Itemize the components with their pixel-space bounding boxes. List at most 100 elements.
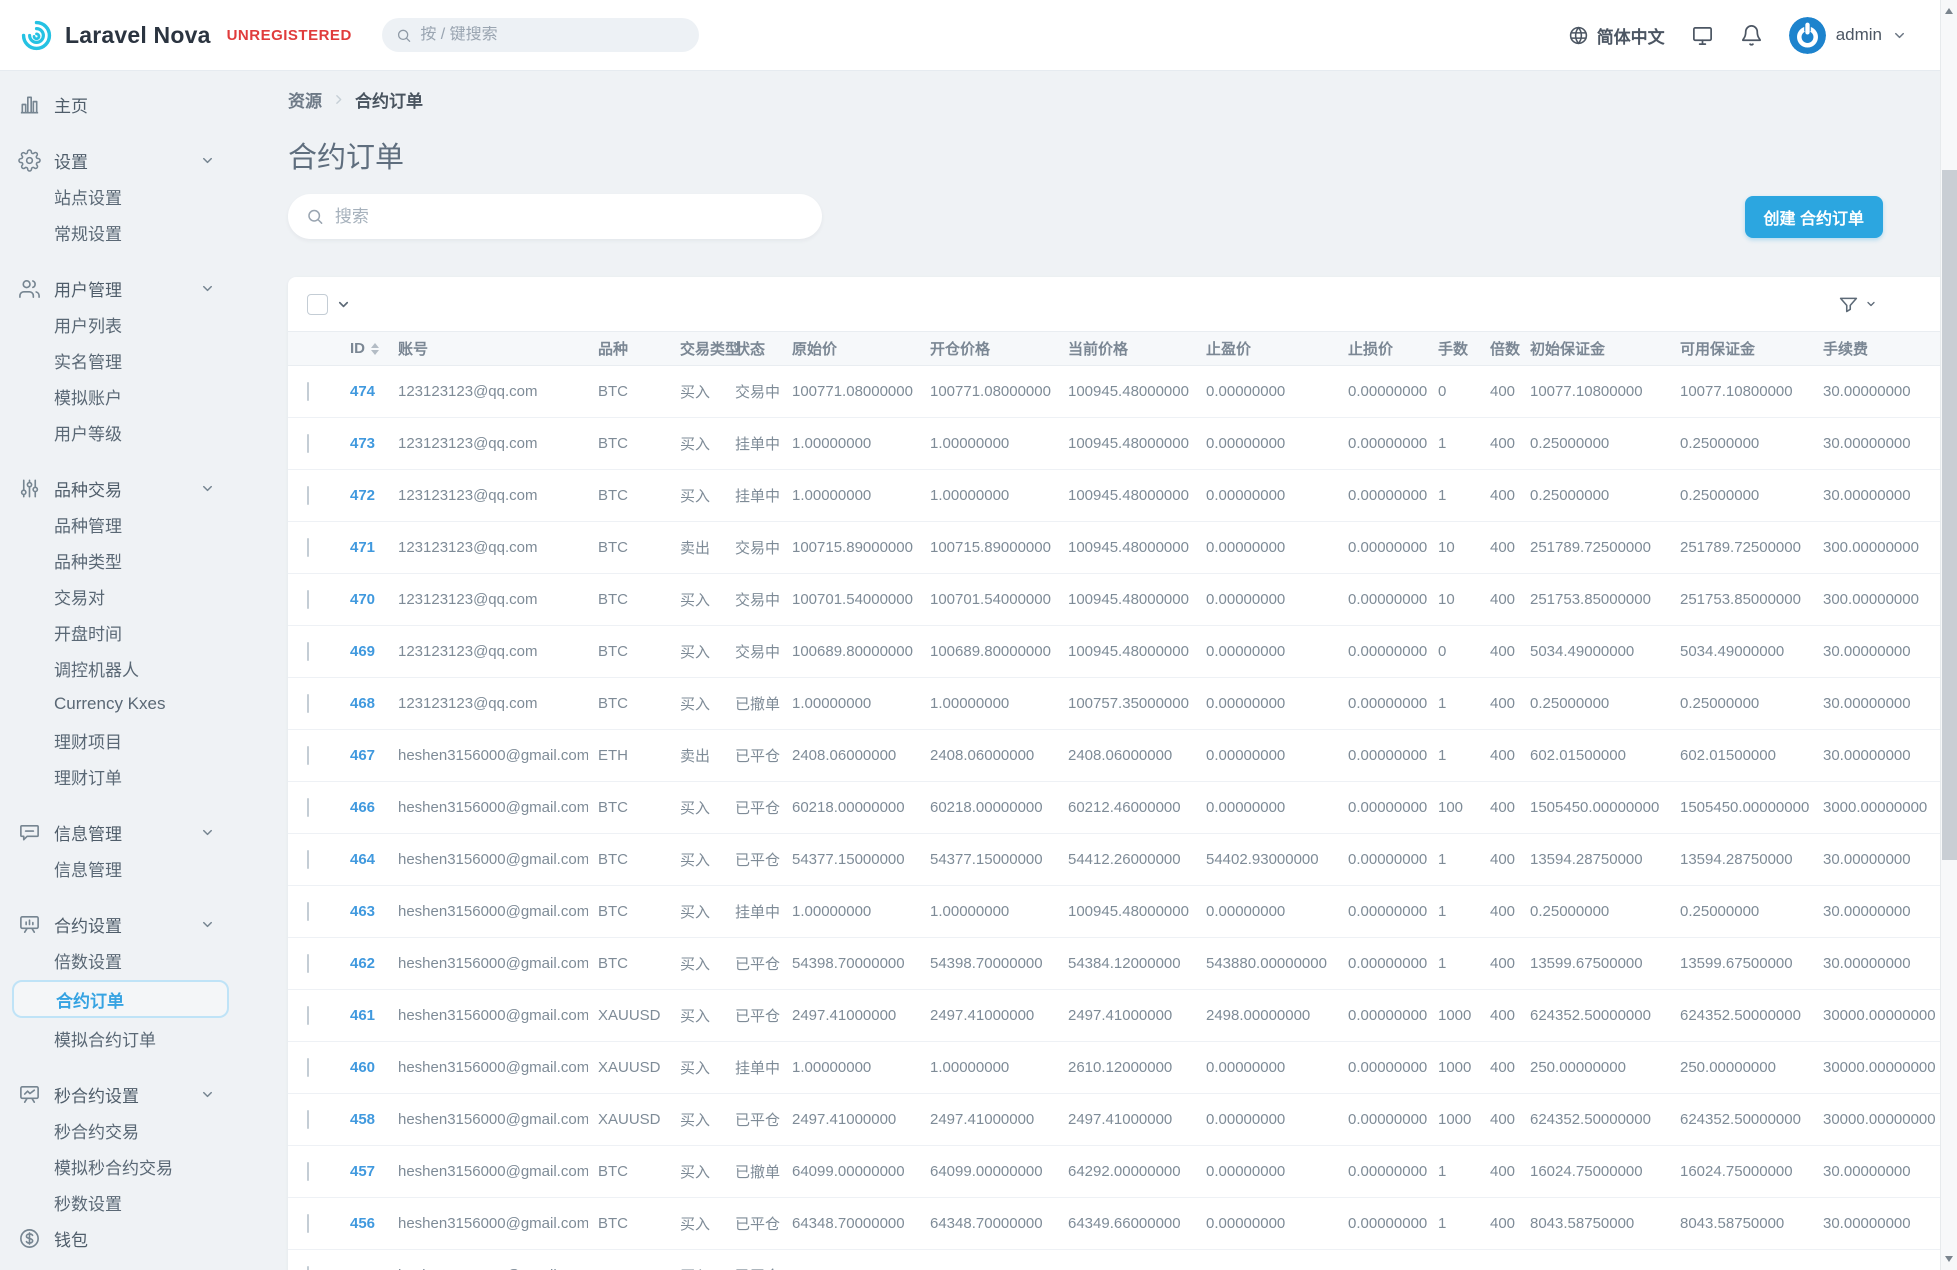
- bell-icon[interactable]: [1740, 24, 1763, 47]
- sidebar-item-用户管理[interactable]: 用户管理: [0, 270, 250, 306]
- sidebar-item-理财项目[interactable]: 理财项目: [0, 722, 250, 758]
- sidebar-item-模拟合约订单[interactable]: 模拟合约订单: [0, 1020, 250, 1056]
- sidebar-item-主页[interactable]: 主页: [0, 86, 250, 122]
- order-id-link[interactable]: 467: [350, 747, 375, 764]
- row-checkbox-cell: [288, 1094, 340, 1146]
- monitor-icon[interactable]: [1691, 24, 1714, 47]
- row-checkbox[interactable]: [307, 746, 309, 765]
- cell-open_price: 54398.70000000: [920, 938, 1058, 990]
- sidebar-item-信息管理[interactable]: 信息管理: [0, 850, 250, 886]
- order-id-link[interactable]: 469: [350, 643, 375, 660]
- row-checkbox[interactable]: [307, 1162, 309, 1181]
- order-id-link[interactable]: 473: [350, 435, 375, 452]
- sort-icon[interactable]: [371, 343, 379, 355]
- sidebar-item-秒合约交易[interactable]: 秒合约交易: [0, 1112, 250, 1148]
- sidebar-item-设置[interactable]: 设置: [0, 142, 250, 178]
- row-checkbox[interactable]: [307, 1214, 309, 1233]
- sidebar-item-用户等级[interactable]: 用户等级: [0, 414, 250, 450]
- row-checkbox[interactable]: [307, 538, 309, 557]
- sidebar-item-合约设置[interactable]: 合约设置: [0, 906, 250, 942]
- row-checkbox[interactable]: [307, 798, 309, 817]
- sidebar-item-信息管理[interactable]: 信息管理: [0, 814, 250, 850]
- order-id-link[interactable]: 466: [350, 799, 375, 816]
- row-checkbox[interactable]: [307, 1058, 309, 1077]
- row-checkbox[interactable]: [307, 434, 309, 453]
- row-checkbox[interactable]: [307, 694, 309, 713]
- cell-fee: 30.00000000: [1813, 626, 1957, 678]
- sidebar-section-7: 钱包: [0, 1220, 250, 1256]
- global-search[interactable]: [382, 18, 699, 52]
- order-id-link[interactable]: 471: [350, 539, 375, 556]
- select-all-checkbox[interactable]: [307, 294, 328, 315]
- global-search-input[interactable]: [420, 26, 684, 44]
- sidebar-item-交易对[interactable]: 交易对: [0, 578, 250, 614]
- row-checkbox[interactable]: [307, 902, 309, 921]
- sidebar-item-常规设置[interactable]: 常规设置: [0, 214, 250, 250]
- order-id-link[interactable]: 474: [350, 383, 375, 400]
- sidebar-item-秒合约设置[interactable]: 秒合约设置: [0, 1076, 250, 1112]
- cell-stop_loss: 0.00000000: [1338, 938, 1428, 990]
- order-id-link[interactable]: 457: [350, 1163, 375, 1180]
- row-checkbox[interactable]: [307, 486, 309, 505]
- brand-name[interactable]: Laravel Nova: [65, 22, 211, 49]
- row-checkbox[interactable]: [307, 954, 309, 973]
- vertical-scrollbar[interactable]: [1940, 0, 1957, 1270]
- order-id-link[interactable]: 458: [350, 1111, 375, 1128]
- cell-status: 挂单中: [725, 1042, 782, 1094]
- table-row: 464heshen3156000@gmail.comBTC买入已平仓54377.…: [288, 834, 1957, 886]
- cell-fee: 30.00000000: [1813, 938, 1957, 990]
- scroll-down-arrow-icon[interactable]: [1941, 1251, 1957, 1267]
- breadcrumb-resources-link[interactable]: 资源: [288, 87, 322, 112]
- sidebar-item-站点设置[interactable]: 站点设置: [0, 178, 250, 214]
- resource-search-input[interactable]: [335, 207, 804, 227]
- order-id-link[interactable]: 468: [350, 695, 375, 712]
- sidebar-item-模拟账户[interactable]: 模拟账户: [0, 378, 250, 414]
- filter-menu[interactable]: [1838, 294, 1877, 315]
- sidebar-item-品种交易[interactable]: 品种交易: [0, 470, 250, 506]
- sidebar-item-秒数设置[interactable]: 秒数设置: [0, 1184, 250, 1220]
- select-all-chevron-icon[interactable]: [336, 297, 351, 312]
- cell-id: 472: [340, 470, 388, 522]
- cell-stop_loss: 0.00000000: [1338, 886, 1428, 938]
- order-id-link[interactable]: 462: [350, 955, 375, 972]
- cell-initial_margin: 624352.50000000: [1520, 990, 1670, 1042]
- user-menu[interactable]: admin: [1789, 17, 1907, 54]
- sidebar-item-品种管理[interactable]: 品种管理: [0, 506, 250, 542]
- scrollbar-thumb[interactable]: [1942, 170, 1957, 860]
- column-header-id[interactable]: ID: [340, 332, 388, 366]
- order-id-link[interactable]: 456: [350, 1215, 375, 1232]
- row-checkbox[interactable]: [307, 590, 309, 609]
- row-checkbox[interactable]: [307, 1266, 309, 1270]
- sidebar-item-模拟秒合约交易[interactable]: 模拟秒合约交易: [0, 1148, 250, 1184]
- row-checkbox[interactable]: [307, 1006, 309, 1025]
- order-id-link[interactable]: 463: [350, 903, 375, 920]
- resource-search[interactable]: [288, 194, 822, 239]
- sidebar-item-品种类型[interactable]: 品种类型: [0, 542, 250, 578]
- sidebar-item-Currency Kxes[interactable]: Currency Kxes: [0, 686, 250, 722]
- gear-icon: [18, 149, 41, 172]
- locale-switcher[interactable]: 简体中文: [1568, 23, 1665, 48]
- cell-status: 已平仓: [725, 1094, 782, 1146]
- create-contract-order-button[interactable]: 创建 合约订单: [1745, 196, 1883, 238]
- cell-account: 123123123@qq.com: [388, 626, 588, 678]
- row-checkbox[interactable]: [307, 642, 309, 661]
- sidebar-item-倍数设置[interactable]: 倍数设置: [0, 942, 250, 978]
- laravel-nova-logo-icon: [20, 19, 53, 52]
- sidebar-item-理财订单[interactable]: 理财订单: [0, 758, 250, 794]
- row-checkbox[interactable]: [307, 1110, 309, 1129]
- sidebar-item-用户列表[interactable]: 用户列表: [0, 306, 250, 342]
- order-id-link[interactable]: 460: [350, 1059, 375, 1076]
- sidebar-item-调控机器人[interactable]: 调控机器人: [0, 650, 250, 686]
- order-id-link[interactable]: 464: [350, 851, 375, 868]
- row-checkbox[interactable]: [307, 382, 309, 401]
- order-id-link[interactable]: 472: [350, 487, 375, 504]
- sidebar-item-实名管理[interactable]: 实名管理: [0, 342, 250, 378]
- row-checkbox[interactable]: [307, 850, 309, 869]
- order-id-link[interactable]: 470: [350, 591, 375, 608]
- order-id-link[interactable]: 461: [350, 1007, 375, 1024]
- sidebar-item-钱包[interactable]: 钱包: [0, 1220, 250, 1256]
- cell-trade_type: 卖出: [670, 522, 725, 574]
- sidebar-item-合约订单[interactable]: 合约订单: [12, 980, 229, 1018]
- scroll-up-arrow-icon[interactable]: [1941, 3, 1957, 19]
- sidebar-item-开盘时间[interactable]: 开盘时间: [0, 614, 250, 650]
